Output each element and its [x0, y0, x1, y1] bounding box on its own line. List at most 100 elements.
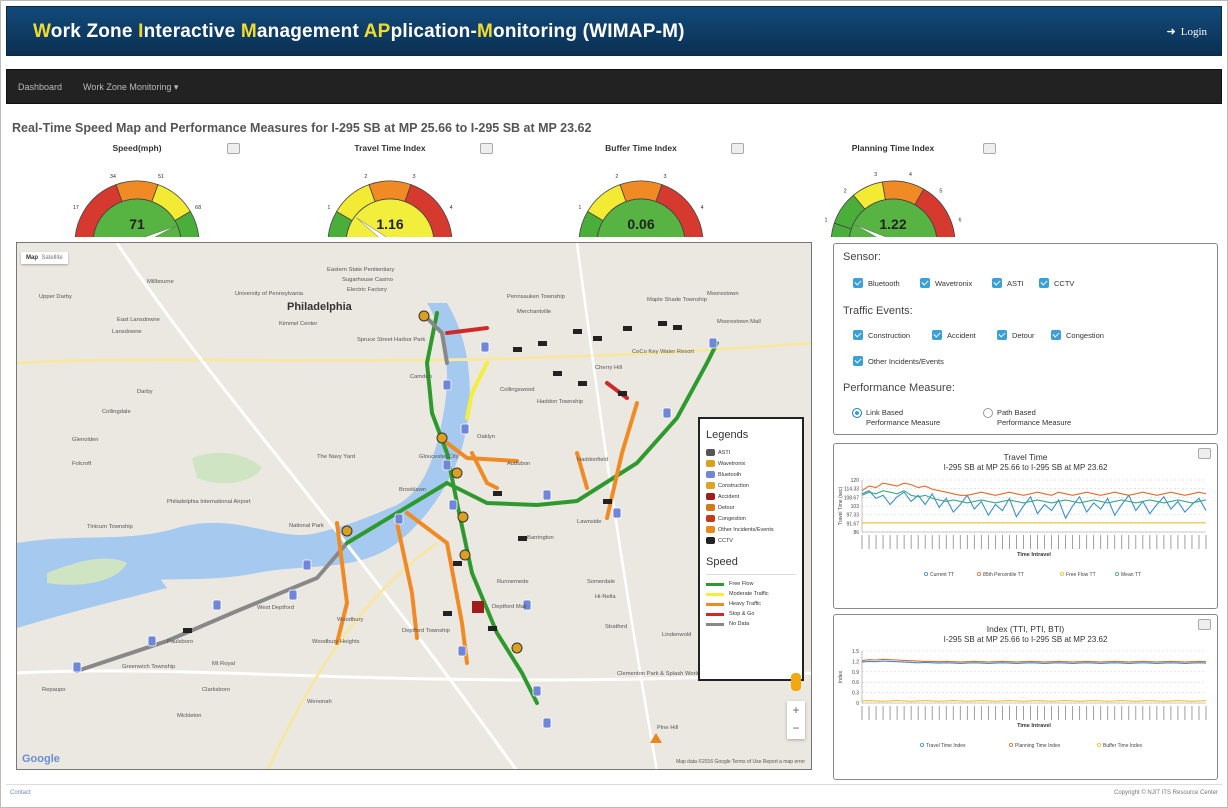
checkbox-icon[interactable] [1051, 330, 1061, 340]
wavetronix-icon[interactable] [457, 511, 469, 523]
bluetooth-icon[interactable] [288, 589, 298, 601]
checkbox-asti[interactable]: ASTI [992, 278, 1024, 288]
map-type-satellite[interactable]: Satellite [41, 255, 62, 261]
checkbox-icon[interactable] [997, 330, 1007, 340]
checkbox-bluetooth[interactable]: Bluetooth [853, 278, 900, 288]
x-tick-label [896, 535, 898, 549]
cctv-icon[interactable] [618, 391, 627, 396]
bluetooth-icon[interactable] [457, 645, 467, 657]
checkbox-label: ASTI [1007, 278, 1024, 288]
wavetronix-icon[interactable] [511, 642, 523, 654]
checkbox-cctv[interactable]: CCTV [1039, 278, 1074, 288]
map-type-map[interactable]: Map [26, 255, 38, 261]
checkbox-other-incidents-events[interactable]: Other Incidents/Events [853, 356, 944, 366]
login-link[interactable]: ➜ Login [1167, 25, 1208, 38]
checkbox-icon[interactable] [992, 278, 1002, 288]
cctv-icon[interactable] [573, 329, 582, 334]
checkbox-icon[interactable] [920, 278, 930, 288]
wavetronix-icon[interactable] [418, 310, 430, 322]
bluetooth-icon[interactable] [442, 379, 452, 391]
cctv-icon[interactable] [443, 611, 452, 616]
bluetooth-icon[interactable] [302, 559, 312, 571]
bluetooth-icon[interactable] [542, 489, 552, 501]
legend-speed-label: No Data [729, 621, 750, 627]
cctv-icon[interactable] [453, 561, 462, 566]
checkbox-wavetronix[interactable]: Wavetronix [920, 278, 972, 288]
cctv-icon[interactable] [673, 325, 682, 330]
bluetooth-icon[interactable] [448, 499, 458, 511]
radio-icon[interactable] [852, 408, 862, 418]
wavetronix-icon[interactable] [451, 467, 463, 479]
chart-legend-item[interactable]: Travel Time Index [926, 743, 966, 749]
bluetooth-icon[interactable] [212, 599, 222, 611]
checkbox-construction[interactable]: Construction [853, 330, 910, 340]
cctv-icon[interactable] [538, 341, 547, 346]
checkbox-accident[interactable]: Accident [932, 330, 976, 340]
accident-icon[interactable] [472, 601, 484, 613]
cctv-icon[interactable] [603, 499, 612, 504]
x-tick-label [896, 706, 898, 720]
cctv-icon[interactable] [658, 321, 667, 326]
wavetronix-icon[interactable] [459, 549, 471, 561]
chart-legend-item[interactable]: Mean TT [1121, 572, 1141, 578]
wavetronix-icon [706, 460, 715, 467]
bluetooth-icon[interactable] [442, 459, 452, 471]
cctv-icon[interactable] [518, 536, 527, 541]
chart-legend-item[interactable]: Free Flow TT [1066, 572, 1096, 578]
bluetooth-icon[interactable] [480, 341, 490, 353]
bluetooth-icon[interactable] [72, 661, 82, 673]
checkbox-detour[interactable]: Detour [997, 330, 1035, 340]
cctv-icon[interactable] [578, 381, 587, 386]
chart-legend-item[interactable]: 85th Percentile TT [983, 572, 1024, 578]
cctv-icon[interactable] [488, 626, 497, 631]
chart-legend-item[interactable]: Buffer Time Index [1103, 743, 1143, 749]
speed-map[interactable]: Eastern State Penitentiary Sugarhouse Cas… [16, 242, 812, 770]
cctv-icon[interactable] [493, 491, 502, 496]
print-icon[interactable] [227, 143, 240, 154]
bluetooth-icon[interactable] [708, 337, 718, 349]
checkbox-icon[interactable] [853, 356, 863, 366]
zoom-in-button[interactable]: + [787, 701, 805, 719]
checkbox-icon[interactable] [853, 278, 863, 288]
chart-legend-item[interactable]: Planning Time Index [1015, 743, 1061, 749]
checkbox-icon[interactable] [932, 330, 942, 340]
checkbox-congestion[interactable]: Congestion [1051, 330, 1104, 340]
radio-icon[interactable] [983, 408, 993, 418]
nav-dashboard[interactable]: Dashboard [18, 82, 62, 92]
bluetooth-icon[interactable] [394, 513, 404, 525]
pegman-icon[interactable] [791, 673, 801, 691]
wavetronix-icon[interactable] [436, 432, 448, 444]
contact-link[interactable]: Contact [10, 790, 31, 796]
checkbox-icon[interactable] [1039, 278, 1049, 288]
radio-path-based[interactable]: Path Based Performance Measure [983, 408, 1071, 428]
print-icon[interactable] [983, 143, 996, 154]
map-label: Spruce Street Harbor Park [357, 337, 425, 343]
nav-work-zone-monitoring[interactable]: Work Zone Monitoring ▾ [83, 82, 178, 93]
wavetronix-icon[interactable] [341, 525, 353, 537]
bluetooth-icon[interactable] [532, 685, 542, 697]
print-icon[interactable] [480, 143, 493, 154]
gauge-dial: 0173451688571 [73, 174, 201, 237]
chart-legend-item[interactable]: Current TT [930, 572, 954, 578]
bluetooth-icon[interactable] [147, 635, 157, 647]
cctv-icon[interactable] [623, 326, 632, 331]
gauge-value: 0.06 [627, 216, 654, 232]
checkbox-icon[interactable] [853, 330, 863, 340]
cctv-icon[interactable] [513, 347, 522, 352]
cctv-icon[interactable] [593, 336, 602, 341]
checkbox-label: Other Incidents/Events [868, 356, 944, 366]
zoom-control: + − [787, 701, 805, 739]
radio-link-based[interactable]: Link Based Performance Measure [852, 408, 940, 428]
map-attribution[interactable]: Map data ©2016 Google Terms of Use Repor… [676, 759, 805, 765]
bluetooth-icon[interactable] [662, 407, 672, 419]
cctv-icon[interactable] [553, 371, 562, 376]
bluetooth-icon[interactable] [542, 717, 552, 729]
map-canvas[interactable]: Eastern State Penitentiary Sugarhouse Cas… [17, 243, 812, 770]
bluetooth-icon[interactable] [460, 423, 470, 435]
checkbox-label: CCTV [1054, 278, 1075, 288]
bluetooth-icon[interactable] [612, 507, 622, 519]
detour-icon [706, 504, 715, 511]
cctv-icon[interactable] [183, 628, 192, 633]
zoom-out-button[interactable]: − [787, 719, 805, 737]
print-icon[interactable] [731, 143, 744, 154]
